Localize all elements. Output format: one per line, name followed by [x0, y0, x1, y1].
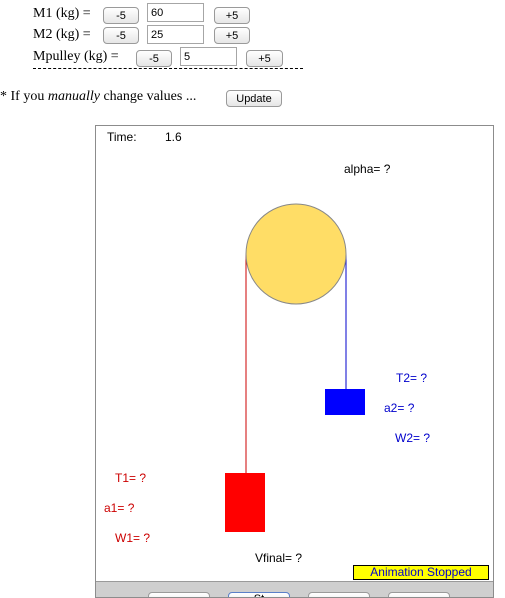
note-prefix: * If you	[0, 89, 48, 104]
mpulley-input[interactable]	[180, 47, 237, 66]
mass2-block	[325, 389, 365, 415]
mpulley-label: Mpulley (kg) =	[33, 49, 119, 64]
control-button-start[interactable]: St	[228, 592, 290, 597]
note-suffix: change values ...	[99, 89, 197, 104]
w2-readout: W2= ?	[395, 431, 431, 445]
manual-change-note: * If you manually change values ...	[0, 89, 196, 105]
pulley-diagram	[225, 203, 365, 532]
m1-label: M1 (kg) =	[33, 6, 91, 21]
separator-line	[33, 68, 303, 69]
w1-readout: W1= ?	[115, 531, 151, 545]
m2-label: M2 (kg) =	[33, 27, 91, 42]
simulation-canvas: Time: 1.6 alpha= ? T2= ? a2= ? W2= ? T1=…	[95, 125, 494, 598]
vfinal-readout: Vfinal= ?	[255, 551, 303, 565]
a1-readout: a1= ?	[104, 501, 135, 515]
m1-minus-button[interactable]: -5	[103, 7, 139, 24]
mpulley-minus-button[interactable]: -5	[136, 50, 172, 67]
m1-input[interactable]	[147, 3, 204, 22]
update-button[interactable]: Update	[226, 90, 282, 107]
animation-status-badge: Animation Stopped	[353, 565, 489, 580]
t2-readout: T2= ?	[396, 371, 428, 385]
a2-readout: a2= ?	[384, 401, 415, 415]
m1-plus-button[interactable]: +5	[214, 7, 250, 24]
mpulley-plus-button[interactable]: +5	[246, 50, 283, 67]
control-button-4[interactable]	[388, 592, 450, 597]
mass1-block	[225, 473, 265, 532]
animation-control-bar: St	[96, 581, 493, 597]
note-emphasis: manually	[47, 89, 100, 104]
pulley-wheel	[245, 203, 347, 305]
m2-minus-button[interactable]: -5	[103, 27, 139, 44]
m1-row: M1 (kg) =	[33, 3, 91, 25]
control-button-1[interactable]	[148, 592, 210, 597]
control-button-3[interactable]	[308, 592, 370, 597]
t1-readout: T1= ?	[115, 471, 147, 485]
m2-input[interactable]	[147, 25, 204, 44]
mpulley-row: Mpulley (kg) =	[33, 46, 119, 68]
m2-row: M2 (kg) =	[33, 24, 91, 46]
m2-plus-button[interactable]: +5	[214, 27, 250, 44]
